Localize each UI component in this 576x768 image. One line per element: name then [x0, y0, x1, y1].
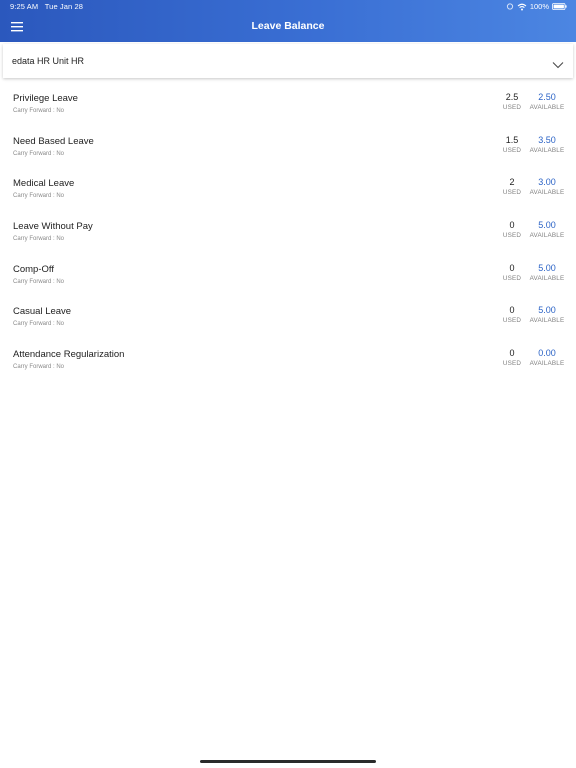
available-stat: 0.00 AVAILABLE	[525, 348, 569, 368]
available-value: 3.50	[538, 134, 556, 145]
used-label: USED	[502, 189, 522, 197]
home-indicator[interactable]	[200, 760, 376, 763]
available-value: 5.00	[538, 220, 556, 231]
used-value: 2.5	[505, 92, 519, 102]
available-label: AVAILABLE	[529, 274, 565, 282]
leave-name: Casual Leave	[13, 306, 72, 318]
carry-forward-text: Carry Forward : No	[13, 278, 65, 285]
leave-row[interactable]: Leave Without Pay Carry Forward : No 0 U…	[0, 212, 576, 255]
leave-row[interactable]: Attendance Regularization Carry Forward …	[0, 340, 576, 383]
available-value: 5.00	[538, 305, 556, 316]
used-value: 0	[509, 262, 515, 273]
used-stat: 0 USED	[498, 348, 526, 368]
battery-icon	[552, 3, 567, 10]
available-label: AVAILABLE	[529, 146, 565, 154]
used-value: 0	[509, 305, 515, 316]
available-value: 5.00	[538, 262, 556, 273]
used-label: USED	[502, 317, 522, 325]
carry-forward-text: Carry Forward : No	[13, 364, 65, 371]
used-label: USED	[502, 146, 522, 154]
available-value: 2.50	[538, 92, 556, 102]
used-value: 1.5	[505, 134, 519, 145]
available-value: 3.00	[538, 177, 556, 188]
available-label: AVAILABLE	[529, 104, 565, 111]
used-stat: 0 USED	[498, 220, 526, 240]
signal-icon	[506, 3, 514, 10]
unit-dropdown[interactable]: edata HR Unit HR	[3, 44, 573, 78]
used-label: USED	[502, 232, 522, 240]
leave-name: Leave Without Pay	[13, 221, 93, 233]
leave-row[interactable]: Comp-Off Carry Forward : No 0 USED 5.00 …	[0, 255, 576, 298]
used-stat: 0 USED	[498, 305, 526, 325]
leave-name: Comp-Off	[13, 263, 55, 275]
battery-percent: 100%	[529, 2, 549, 11]
leave-row[interactable]: Privilege Leave Carry Forward : No 2.5 U…	[0, 84, 576, 127]
used-label: USED	[502, 104, 522, 111]
used-label: USED	[502, 274, 522, 282]
available-stat: 5.00 AVAILABLE	[525, 220, 569, 240]
available-stat: 3.50 AVAILABLE	[525, 135, 569, 155]
leave-name: Privilege Leave	[13, 93, 78, 104]
leave-row[interactable]: Casual Leave Carry Forward : No 0 USED 5…	[0, 297, 576, 340]
carry-forward-text: Carry Forward : No	[13, 193, 65, 200]
leave-balance-screen: 9:25 AM Tue Jan 28 100% Leave Balance ed…	[0, 0, 576, 768]
used-label: USED	[502, 360, 522, 368]
carry-forward-text: Carry Forward : No	[13, 150, 65, 157]
used-stat: 1.5 USED	[498, 135, 526, 155]
available-stat: 5.00 AVAILABLE	[525, 305, 569, 325]
available-stat: 3.00 AVAILABLE	[525, 177, 569, 197]
used-value: 0	[509, 348, 515, 359]
leave-name: Medical Leave	[13, 178, 75, 190]
page-title: Leave Balance	[251, 20, 325, 32]
available-label: AVAILABLE	[529, 232, 565, 240]
leave-name: Need Based Leave	[13, 135, 94, 147]
carry-forward-text: Carry Forward : No	[13, 236, 65, 243]
top-app-bar: 9:25 AM Tue Jan 28 100% Leave Balance	[0, 0, 576, 42]
available-value: 0.00	[538, 348, 556, 359]
used-stat: 0 USED	[498, 263, 526, 283]
wifi-icon	[517, 3, 527, 11]
leave-list: Privilege Leave Carry Forward : No 2.5 U…	[0, 84, 576, 383]
available-label: AVAILABLE	[529, 189, 565, 197]
status-date: Tue Jan 28	[44, 2, 84, 11]
leave-row[interactable]: Need Based Leave Carry Forward : No 1.5 …	[0, 127, 576, 170]
status-clock: 9:25 AM	[10, 2, 39, 11]
used-stat: 2.5 USED	[498, 92, 526, 112]
used-value: 0	[509, 220, 515, 231]
used-stat: 2 USED	[498, 177, 526, 197]
hamburger-menu-icon[interactable]	[9, 20, 27, 34]
leave-row[interactable]: Medical Leave Carry Forward : No 2 USED …	[0, 169, 576, 212]
chevron-down-icon	[552, 56, 564, 74]
status-time: 9:25 AM Tue Jan 28	[10, 2, 83, 11]
available-label: AVAILABLE	[529, 360, 565, 368]
available-stat: 2.50 AVAILABLE	[525, 92, 569, 112]
used-value: 2	[509, 177, 515, 188]
available-label: AVAILABLE	[529, 317, 565, 325]
leave-name: Attendance Regularization	[13, 349, 125, 361]
available-stat: 5.00 AVAILABLE	[525, 263, 569, 283]
carry-forward-text: Carry Forward : No	[13, 321, 65, 328]
unit-dropdown-value: edata HR Unit HR	[12, 56, 85, 66]
carry-forward-text: Carry Forward : No	[13, 108, 65, 114]
status-indicators: 100%	[506, 2, 567, 11]
